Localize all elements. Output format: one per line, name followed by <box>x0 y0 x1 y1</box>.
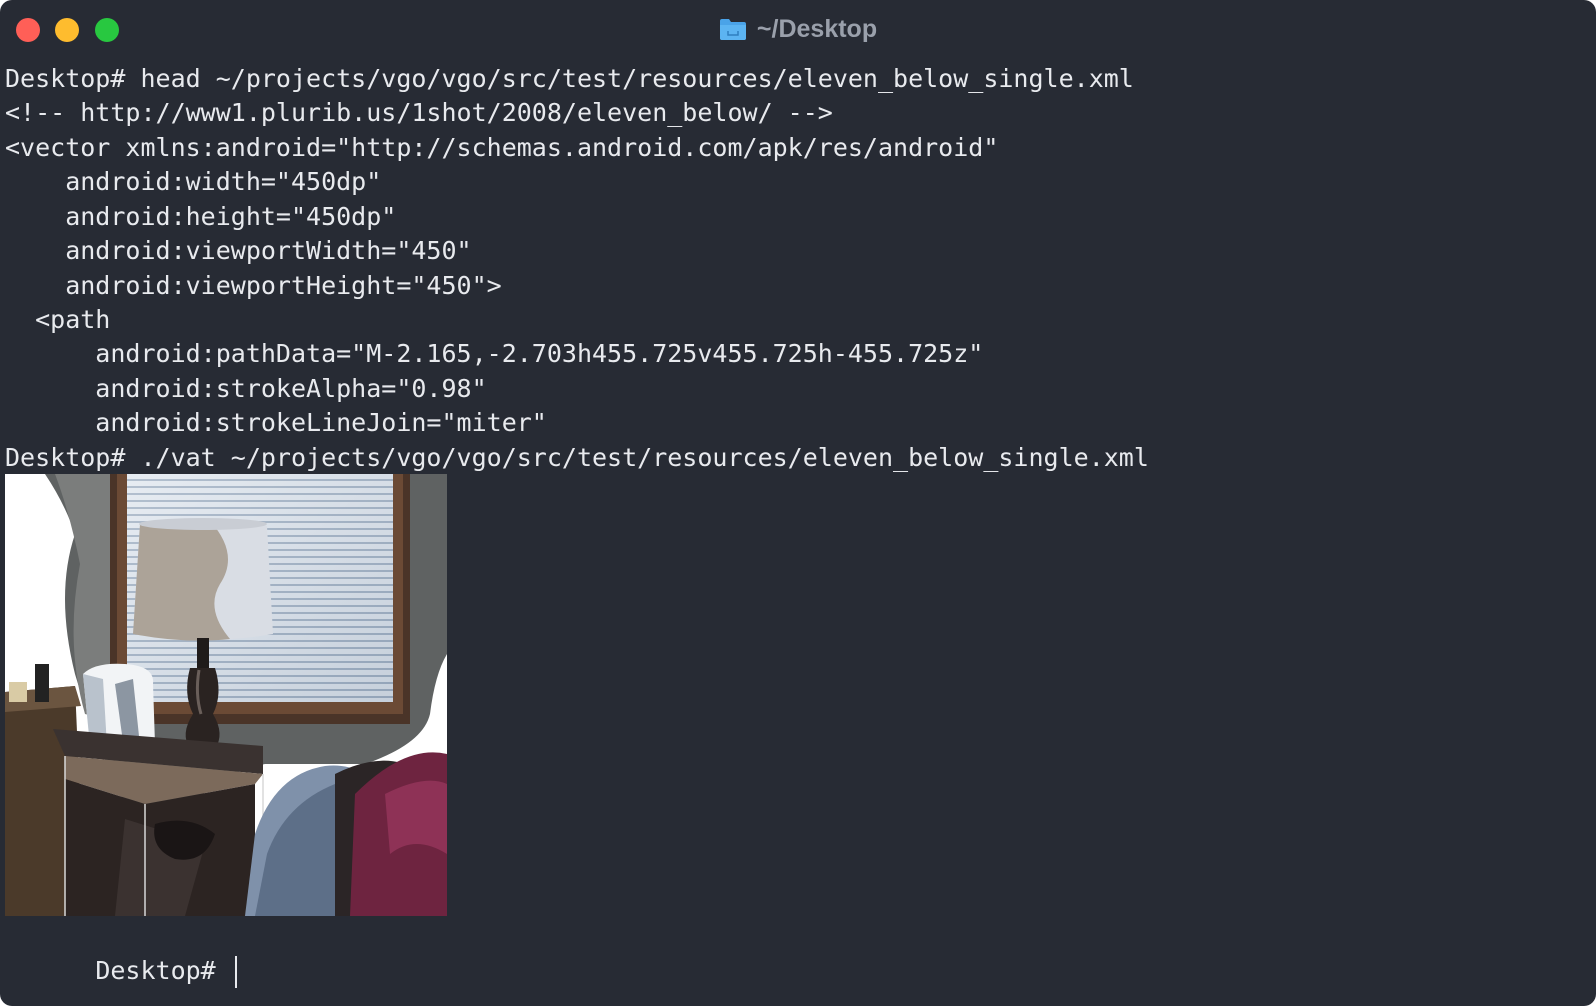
window-title-group: ~/Desktop <box>0 14 1596 44</box>
terminal-line: android:pathData="M-2.165,-2.703h455.725… <box>5 339 984 368</box>
terminal-output[interactable]: Desktop# head ~/projects/vgo/vgo/src/tes… <box>5 62 1585 992</box>
terminal-line: Desktop# head ~/projects/vgo/vgo/src/tes… <box>5 64 1134 93</box>
folder-icon <box>719 19 746 40</box>
terminal-line: android:strokeLineJoin="miter" <box>5 408 547 437</box>
terminal-line: android:width="450dp" <box>5 167 382 196</box>
text-cursor <box>234 956 237 988</box>
title-bar[interactable]: ~/Desktop <box>0 0 1596 58</box>
terminal-prompt-line[interactable]: Desktop# <box>5 920 237 988</box>
terminal-line: android:strokeAlpha="0.98" <box>5 374 487 403</box>
window-title: ~/Desktop <box>756 14 878 43</box>
terminal-line: <path <box>5 305 111 334</box>
vector-illustration-room-lamp <box>5 474 447 916</box>
terminal-window: ~/Desktop Desktop# head ~/projects/vgo/v… <box>0 0 1596 1006</box>
shell-prompt: Desktop# <box>95 956 231 985</box>
terminal-line: android:viewportHeight="450"> <box>5 271 502 300</box>
terminal-line: android:viewportWidth="450" <box>5 236 472 265</box>
rendered-vector-image <box>5 474 447 916</box>
terminal-line: android:height="450dp" <box>5 202 397 231</box>
terminal-line: Desktop# ./vat ~/projects/vgo/vgo/src/te… <box>5 443 1149 472</box>
terminal-line: <vector xmlns:android="http://schemas.an… <box>5 133 999 162</box>
terminal-line: <!-- http://www1.plurib.us/1shot/2008/el… <box>5 98 833 127</box>
